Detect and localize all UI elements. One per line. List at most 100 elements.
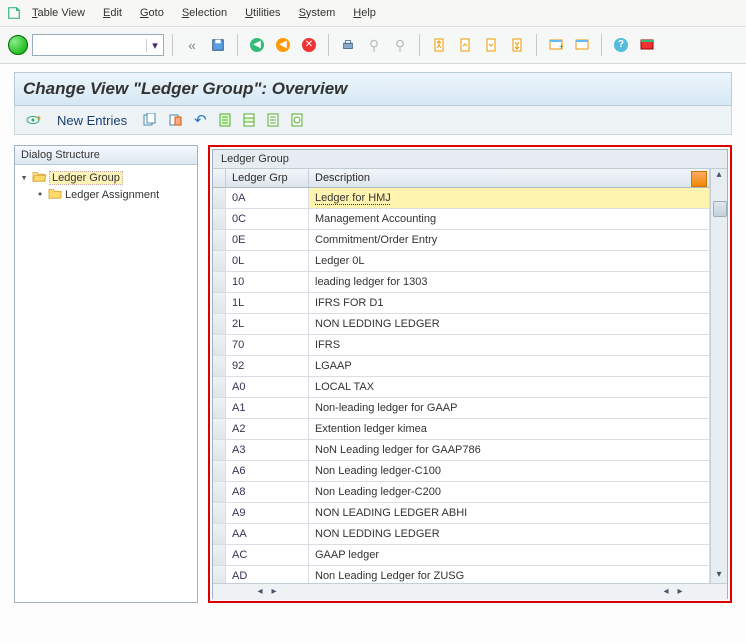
table-row[interactable]: ACGAAP ledger [213, 545, 710, 566]
select-all-button[interactable] [216, 110, 234, 130]
cell-description[interactable]: GAAP ledger [309, 545, 710, 565]
cell-ledger-grp[interactable]: 1L [226, 293, 309, 313]
cell-ledger-grp[interactable]: 2L [226, 314, 309, 334]
cell-ledger-grp[interactable]: A9 [226, 503, 309, 523]
cell-description[interactable]: LOCAL TAX [309, 377, 710, 397]
exit-button[interactable]: ◀ [272, 34, 294, 56]
scroll-left-icon[interactable]: ◂ [253, 586, 267, 598]
cell-description[interactable]: Management Accounting [309, 209, 710, 229]
table-settings-icon[interactable] [691, 171, 707, 187]
back-button[interactable]: « [181, 34, 203, 56]
row-selector[interactable] [213, 377, 226, 397]
scroll-track[interactable] [712, 183, 726, 569]
row-selector-header[interactable] [213, 169, 226, 187]
cell-ledger-grp[interactable]: 92 [226, 356, 309, 376]
last-page-button[interactable] [506, 34, 528, 56]
table-row[interactable]: A3NoN Leading ledger for GAAP786 [213, 440, 710, 461]
first-page-button[interactable] [428, 34, 450, 56]
cell-ledger-grp[interactable]: 10 [226, 272, 309, 292]
row-selector[interactable] [213, 188, 226, 208]
menu-goto[interactable]: Goto [132, 5, 172, 21]
new-entries-button[interactable]: New Entries [51, 110, 133, 130]
cell-description[interactable]: NON LEDDING LEDGER [309, 314, 710, 334]
cell-ledger-grp[interactable]: 0C [226, 209, 309, 229]
copy-as-button[interactable] [139, 110, 159, 130]
command-field[interactable]: ▾ [32, 34, 164, 56]
cell-ledger-grp[interactable]: 0A [226, 188, 309, 208]
row-selector[interactable] [213, 482, 226, 502]
find-button[interactable]: ⚲ [363, 34, 385, 56]
cell-ledger-grp[interactable]: 70 [226, 335, 309, 355]
row-selector[interactable] [213, 230, 226, 250]
undo-button[interactable]: ↶ [191, 110, 210, 130]
cell-description[interactable]: Non-leading ledger for GAAP [309, 398, 710, 418]
row-selector[interactable] [213, 503, 226, 523]
menu-system[interactable]: System [291, 5, 344, 21]
scroll-thumb[interactable] [713, 201, 727, 217]
scroll-right-icon[interactable]: ▸ [267, 586, 281, 598]
row-selector[interactable] [213, 272, 226, 292]
scroll-right-icon[interactable]: ▸ [673, 586, 687, 598]
delete-button[interactable] [165, 110, 185, 130]
table-row[interactable]: 70IFRS [213, 335, 710, 356]
cell-ledger-grp[interactable]: A6 [226, 461, 309, 481]
cell-description[interactable]: NON LEADING LEDGER ABHI [309, 503, 710, 523]
row-selector[interactable] [213, 545, 226, 565]
table-row[interactable]: 10leading ledger for 1303 [213, 272, 710, 293]
table-row[interactable]: A8Non Leading ledger-C200 [213, 482, 710, 503]
cell-description[interactable]: IFRS [309, 335, 710, 355]
find-next-button[interactable]: ⚲ [389, 34, 411, 56]
cell-description[interactable]: IFRS FOR D1 [309, 293, 710, 313]
menu-edit[interactable]: Edit [95, 5, 130, 21]
table-row[interactable]: A0LOCAL TAX [213, 377, 710, 398]
row-selector[interactable] [213, 293, 226, 313]
row-selector[interactable] [213, 566, 226, 583]
shortcut-button[interactable] [571, 34, 593, 56]
row-selector[interactable] [213, 524, 226, 544]
config-button[interactable] [288, 110, 306, 130]
other-view-button[interactable] [21, 110, 45, 130]
table-row[interactable]: 92LGAAP [213, 356, 710, 377]
cell-ledger-grp[interactable]: A1 [226, 398, 309, 418]
tree-node-ledger-assignment[interactable]: • Ledger Assignment [19, 186, 193, 203]
scroll-up-icon[interactable]: ▴ [712, 169, 726, 183]
row-selector[interactable] [213, 209, 226, 229]
row-selector[interactable] [213, 440, 226, 460]
command-icon[interactable] [6, 5, 22, 21]
tree-node-ledger-group[interactable]: ▾ Ledger Group [19, 169, 193, 186]
cell-description[interactable]: Non Leading Ledger for ZUSG [309, 566, 710, 583]
cell-description[interactable]: Non Leading ledger-C200 [309, 482, 710, 502]
table-row[interactable]: 0ECommitment/Order Entry [213, 230, 710, 251]
cell-description[interactable]: Ledger 0L [309, 251, 710, 271]
cell-ledger-grp[interactable]: A0 [226, 377, 309, 397]
cell-description[interactable]: Non Leading ledger-C100 [309, 461, 710, 481]
row-selector[interactable] [213, 251, 226, 271]
table-row[interactable]: 0CManagement Accounting [213, 209, 710, 230]
scroll-left-icon[interactable]: ◂ [659, 586, 673, 598]
table-row[interactable]: 1LIFRS FOR D1 [213, 293, 710, 314]
cell-description[interactable]: Commitment/Order Entry [309, 230, 710, 250]
layout-button[interactable] [636, 34, 658, 56]
cell-ledger-grp[interactable]: A8 [226, 482, 309, 502]
menu-utilities[interactable]: Utilities [237, 5, 288, 21]
row-selector[interactable] [213, 335, 226, 355]
cell-ledger-grp[interactable]: AC [226, 545, 309, 565]
next-page-button[interactable] [480, 34, 502, 56]
cell-ledger-grp[interactable]: A3 [226, 440, 309, 460]
cell-description[interactable]: leading ledger for 1303 [309, 272, 710, 292]
chevron-down-icon[interactable]: ▾ [146, 39, 163, 52]
help-button[interactable]: ? [610, 34, 632, 56]
prev-page-button[interactable] [454, 34, 476, 56]
menu-selection[interactable]: Selection [174, 5, 235, 21]
select-block-button[interactable] [240, 110, 258, 130]
table-row[interactable]: AANON LEDDING LEDGER [213, 524, 710, 545]
cell-description[interactable]: Ledger for HMJ [309, 188, 710, 208]
table-row[interactable]: 0LLedger 0L [213, 251, 710, 272]
new-session-button[interactable]: + [545, 34, 567, 56]
cell-description[interactable]: NON LEDDING LEDGER [309, 524, 710, 544]
cell-description[interactable]: Extention ledger kimea [309, 419, 710, 439]
save-button[interactable] [207, 34, 229, 56]
row-selector[interactable] [213, 461, 226, 481]
cell-ledger-grp[interactable]: 0L [226, 251, 309, 271]
table-row[interactable]: 0ALedger for HMJ [213, 188, 710, 209]
